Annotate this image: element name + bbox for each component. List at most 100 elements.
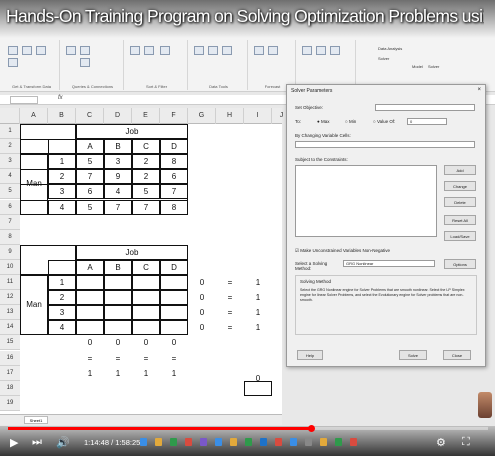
- row-header[interactable]: 1: [0, 124, 20, 139]
- max-radio[interactable]: ● Max: [317, 119, 329, 124]
- table2-header[interactable]: C: [132, 262, 160, 273]
- table1-man-id[interactable]: 1: [48, 156, 76, 167]
- row-header[interactable]: 7: [0, 214, 20, 230]
- row-sum[interactable]: 0: [188, 277, 216, 288]
- row-header[interactable]: 4: [0, 169, 20, 185]
- table1-value[interactable]: 5: [132, 186, 160, 197]
- column-header[interactable]: E: [132, 108, 160, 124]
- table1-value[interactable]: 5: [76, 202, 104, 213]
- constraints-list[interactable]: [295, 165, 437, 237]
- taskbar-app-icon[interactable]: [305, 438, 312, 446]
- sheet-tab[interactable]: Sheet1: [24, 416, 48, 424]
- col-eq[interactable]: =: [132, 353, 160, 364]
- table2-title[interactable]: Job: [76, 247, 188, 258]
- taskbar-app-icon[interactable]: [275, 438, 282, 446]
- ribbon-group-get-data[interactable]: Get & Transform Data: [4, 40, 60, 90]
- column-header[interactable]: H: [216, 108, 244, 124]
- row-header[interactable]: 12: [0, 290, 20, 306]
- taskbar-app-icon[interactable]: [260, 438, 267, 446]
- add-button[interactable]: Add: [444, 165, 476, 175]
- row-header[interactable]: 5: [0, 184, 20, 200]
- column-header[interactable]: C: [76, 108, 104, 124]
- table1-value[interactable]: 6: [160, 171, 188, 182]
- change-button[interactable]: Change: [444, 181, 476, 191]
- play-icon[interactable]: ▶: [10, 436, 18, 449]
- row-header[interactable]: 3: [0, 154, 20, 170]
- table2-man-id[interactable]: 3: [48, 307, 76, 318]
- row-eq[interactable]: =: [216, 322, 244, 333]
- ribbon-group-queries[interactable]: Queries & Connections: [62, 40, 124, 90]
- table1-header[interactable]: B: [104, 141, 132, 152]
- row-sum[interactable]: 0: [188, 322, 216, 333]
- row-header[interactable]: 14: [0, 320, 20, 336]
- table1-value[interactable]: 7: [160, 186, 188, 197]
- column-header[interactable]: G: [188, 108, 216, 124]
- table1-man-id[interactable]: 3: [48, 186, 76, 197]
- close-button[interactable]: Close: [443, 350, 471, 360]
- table1-title[interactable]: Job: [76, 126, 188, 137]
- table2-header[interactable]: B: [104, 262, 132, 273]
- col-rhs[interactable]: 1: [76, 368, 104, 379]
- row-header[interactable]: 17: [0, 365, 20, 381]
- table2-row-label[interactable]: Man: [20, 299, 48, 310]
- reset-all-button[interactable]: Reset All: [444, 215, 476, 225]
- row-header[interactable]: 13: [0, 305, 20, 321]
- table2-man-id[interactable]: 2: [48, 292, 76, 303]
- taskbar-app-icon[interactable]: [290, 438, 297, 446]
- row-sum[interactable]: 0: [188, 307, 216, 318]
- select-all-corner[interactable]: [0, 108, 20, 124]
- table1-row-label[interactable]: Man: [20, 178, 48, 189]
- fullscreen-icon[interactable]: ⛶: [462, 436, 470, 449]
- row-eq[interactable]: =: [216, 307, 244, 318]
- table2-header[interactable]: A: [76, 262, 104, 273]
- delete-button[interactable]: Delete: [444, 197, 476, 207]
- taskbar-app-icon[interactable]: [200, 438, 207, 446]
- close-icon[interactable]: ×: [477, 87, 481, 93]
- row-sum[interactable]: 0: [188, 292, 216, 303]
- row-header[interactable]: 19: [0, 395, 20, 411]
- taskbar-app-icon[interactable]: [230, 438, 237, 446]
- taskbar-app-icon[interactable]: [335, 438, 342, 446]
- table1-value[interactable]: 9: [104, 171, 132, 182]
- col-rhs[interactable]: 1: [104, 368, 132, 379]
- row-rhs[interactable]: 1: [244, 322, 272, 333]
- row-header[interactable]: 11: [0, 275, 20, 290]
- ribbon-group-outline[interactable]: Outline: [298, 40, 356, 90]
- column-header[interactable]: F: [160, 108, 188, 124]
- row-eq[interactable]: =: [216, 292, 244, 303]
- table1-value[interactable]: 7: [104, 202, 132, 213]
- ribbon-group-forecast[interactable]: Forecast: [250, 40, 296, 90]
- ribbon-group-data-tools[interactable]: Data Tools: [190, 40, 248, 90]
- taskbar-app-icon[interactable]: [155, 438, 162, 446]
- help-button[interactable]: Help: [297, 350, 323, 360]
- row-header[interactable]: 18: [0, 380, 20, 396]
- taskbar-app-icon[interactable]: [140, 438, 147, 446]
- col-sum[interactable]: 0: [76, 337, 104, 348]
- method-select[interactable]: GRG Nonlinear: [343, 260, 435, 267]
- col-eq[interactable]: =: [104, 353, 132, 364]
- table1-value[interactable]: 3: [104, 156, 132, 167]
- value-of-radio[interactable]: ○ Value Of:: [373, 119, 395, 124]
- name-box[interactable]: [10, 96, 38, 104]
- table1-value[interactable]: 2: [132, 171, 160, 182]
- settings-icon[interactable]: ⚙: [436, 436, 446, 449]
- table1-value[interactable]: 6: [76, 186, 104, 197]
- col-sum[interactable]: 0: [160, 337, 188, 348]
- table2-header[interactable]: D: [160, 262, 188, 273]
- options-button[interactable]: Options: [444, 259, 476, 269]
- col-sum[interactable]: 0: [132, 337, 160, 348]
- taskbar-app-icon[interactable]: [170, 438, 177, 446]
- column-header[interactable]: I: [244, 108, 272, 124]
- table1-man-id[interactable]: 2: [48, 171, 76, 182]
- data-analysis-button[interactable]: Data Analysis: [378, 46, 402, 51]
- taskbar-app-icon[interactable]: [320, 438, 327, 446]
- table1-value[interactable]: 7: [76, 171, 104, 182]
- col-rhs[interactable]: 1: [160, 368, 188, 379]
- volume-icon[interactable]: 🔊: [56, 436, 70, 449]
- table1-value[interactable]: 4: [104, 186, 132, 197]
- table1-value[interactable]: 7: [132, 202, 160, 213]
- table1-value[interactable]: 8: [160, 202, 188, 213]
- column-header[interactable]: B: [48, 108, 76, 124]
- video-progress-bar[interactable]: [8, 425, 488, 432]
- table1-value[interactable]: 8: [160, 156, 188, 167]
